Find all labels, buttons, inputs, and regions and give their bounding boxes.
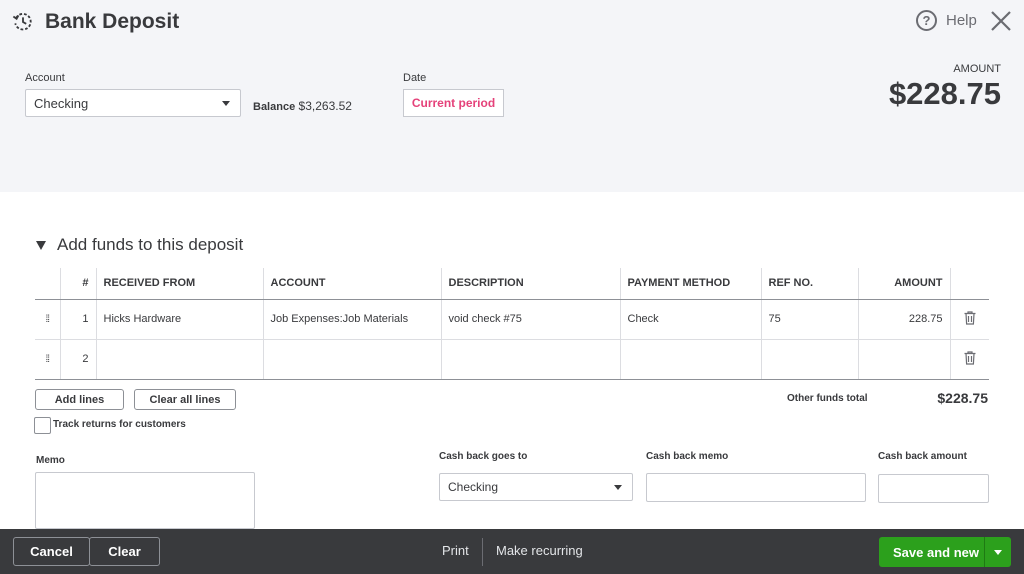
cash-back-amount-label: Cash back amount [878,451,967,462]
balance-value: $3,263.52 [298,99,352,113]
col-account: ACCOUNT [262,268,441,300]
description-cell[interactable] [440,339,620,380]
cancel-button[interactable]: Cancel [13,537,90,566]
account-cell[interactable]: Job Expenses:Job Materials [262,299,441,340]
trash-icon [964,310,976,325]
received-from-cell[interactable] [95,339,263,380]
drag-handle-icon[interactable]: ⁞⁞ [35,339,60,380]
table-row[interactable]: ⁞⁞ 2 [35,339,989,380]
table-header-row: # RECEIVED FROM ACCOUNT DESCRIPTION PAYM… [35,268,989,300]
balance-display: Balance $3,263.52 [253,99,352,113]
col-payment-method: PAYMENT METHOD [619,268,761,300]
account-cell[interactable] [262,339,441,380]
print-link[interactable]: Print [442,543,469,558]
header-panel: Bank Deposit ? Help Account Checking Bal… [0,0,1024,192]
row-number: 2 [59,339,96,380]
account-select[interactable]: Checking [25,89,241,117]
cash-back-goes-to-label: Cash back goes to [439,451,528,462]
date-input[interactable]: Current period [403,89,504,117]
trash-icon [964,350,976,365]
col-amount: AMOUNT [857,268,950,300]
track-returns-checkbox[interactable] [34,417,51,434]
help-label: Help [946,12,977,29]
save-and-new-label: Save and new [893,544,979,560]
add-funds-section-toggle[interactable]: Add funds to this deposit [36,235,243,255]
drag-handle-icon[interactable]: ⁞⁞ [35,299,60,340]
amount-cell[interactable] [857,339,950,380]
history-icon [12,13,32,31]
chevron-down-icon [994,549,1002,555]
help-button[interactable]: ? Help [916,10,977,31]
cash-back-memo-input[interactable] [646,473,866,502]
footer-bar: Cancel Clear Print Make recurring Save a… [0,529,1024,574]
account-select-value: Checking [34,95,89,111]
title-row: Bank Deposit [12,8,179,36]
cash-back-account-select[interactable]: Checking [439,473,633,501]
help-icon: ? [916,10,937,31]
chevron-down-icon [614,485,622,490]
col-drag [35,268,60,300]
amount-cell[interactable]: 228.75 [857,299,950,340]
col-ref-no: REF NO. [760,268,858,300]
table-row[interactable]: ⁞⁞ 1 Hicks Hardware Job Expenses:Job Mat… [35,299,989,340]
delete-row-button[interactable] [949,339,989,380]
page-title: Bank Deposit [45,10,180,33]
date-label: Date [403,72,427,84]
cash-back-account-value: Checking [448,480,499,494]
memo-label: Memo [36,455,65,466]
cash-back-memo-label: Cash back memo [646,451,729,462]
other-funds-total-label: Other funds total [787,393,868,404]
chevron-down-icon [222,101,230,106]
account-label: Account [25,72,65,84]
cash-back-amount-input[interactable] [878,474,989,503]
amount-label: AMOUNT [953,63,1001,75]
col-number: # [59,268,96,300]
col-actions [949,268,989,300]
col-description: DESCRIPTION [440,268,620,300]
close-icon[interactable] [989,9,1013,33]
footer-divider [482,538,483,566]
description-cell[interactable]: void check #75 [440,299,620,340]
save-and-new-button[interactable]: Save and new [879,537,1011,567]
deposit-lines-table: # RECEIVED FROM ACCOUNT DESCRIPTION PAYM… [35,268,989,380]
payment-method-cell[interactable]: Check [619,299,761,340]
delete-row-button[interactable] [949,299,989,340]
memo-textarea[interactable] [35,472,255,529]
total-amount: $228.75 [888,76,1001,111]
other-funds-total-value: $228.75 [937,390,988,406]
make-recurring-link[interactable]: Make recurring [496,543,583,558]
ref-no-cell[interactable] [760,339,858,380]
track-returns-label: Track returns for customers [53,419,186,430]
section-title: Add funds to this deposit [57,235,244,254]
collapse-triangle-icon [36,240,46,250]
add-lines-button[interactable]: Add lines [35,389,124,410]
col-received-from: RECEIVED FROM [95,268,263,300]
balance-label: Balance [253,101,296,113]
ref-no-cell[interactable]: 75 [760,299,858,340]
save-options-dropdown[interactable] [985,537,1011,567]
received-from-cell[interactable]: Hicks Hardware [95,299,263,340]
payment-method-cell[interactable] [619,339,761,380]
clear-button[interactable]: Clear [89,537,160,566]
row-number: 1 [59,299,96,340]
clear-all-lines-button[interactable]: Clear all lines [134,389,236,410]
